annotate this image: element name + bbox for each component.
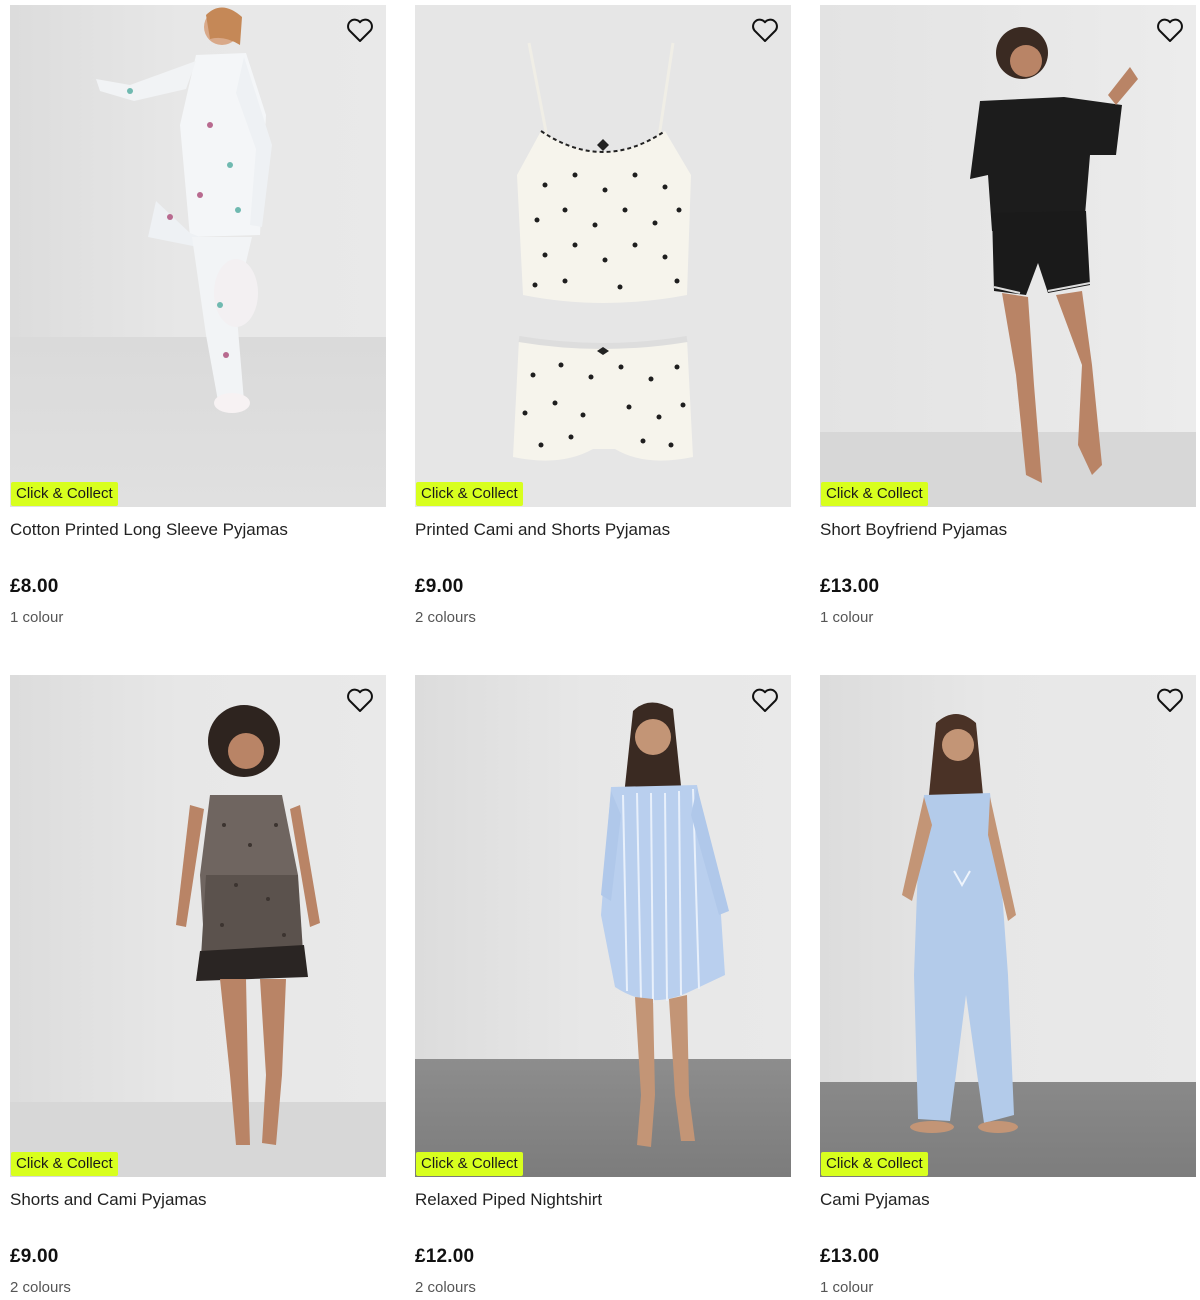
- product-price: £8.00: [10, 576, 59, 597]
- click-collect-badge: Click & Collect: [821, 1152, 928, 1176]
- product-title[interactable]: Shorts and Cami Pyjamas: [10, 1189, 386, 1211]
- click-collect-badge: Click & Collect: [11, 1152, 118, 1176]
- product-colour-count: 1 colour: [820, 609, 874, 626]
- click-collect-badge: Click & Collect: [821, 482, 928, 506]
- product-card[interactable]: Click & Collect Cami Pyjamas £13.00 1 co…: [820, 675, 1196, 1296]
- product-price: £9.00: [415, 576, 464, 597]
- product-price: £9.00: [10, 1246, 59, 1267]
- wishlist-heart-icon[interactable]: [751, 17, 779, 43]
- product-image[interactable]: Click & Collect: [10, 5, 386, 507]
- click-collect-badge: Click & Collect: [416, 482, 523, 506]
- product-price: £12.00: [415, 1246, 475, 1267]
- product-colour-count: 1 colour: [10, 609, 64, 626]
- product-image[interactable]: Click & Collect: [415, 675, 791, 1177]
- product-title[interactable]: Printed Cami and Shorts Pyjamas: [415, 519, 791, 541]
- click-collect-badge: Click & Collect: [416, 1152, 523, 1176]
- product-card[interactable]: Click & Collect Short Boyfriend Pyjamas …: [820, 5, 1196, 626]
- wishlist-heart-icon[interactable]: [346, 687, 374, 713]
- wishlist-heart-icon[interactable]: [1156, 687, 1184, 713]
- wishlist-heart-icon[interactable]: [751, 687, 779, 713]
- product-title[interactable]: Cami Pyjamas: [820, 1189, 1196, 1211]
- product-card[interactable]: Click & Collect Shorts and Cami Pyjamas …: [10, 675, 386, 1296]
- click-collect-badge: Click & Collect: [11, 482, 118, 506]
- product-price: £13.00: [820, 1246, 880, 1267]
- product-colour-count: 2 colours: [415, 609, 476, 626]
- product-grid: Click & Collect Cotton Printed Long Slee…: [0, 0, 1200, 1300]
- product-image[interactable]: Click & Collect: [415, 5, 791, 507]
- wishlist-heart-icon[interactable]: [346, 17, 374, 43]
- product-price: £13.00: [820, 576, 880, 597]
- product-colour-count: 2 colours: [10, 1279, 71, 1296]
- wishlist-heart-icon[interactable]: [1156, 17, 1184, 43]
- product-image[interactable]: Click & Collect: [820, 5, 1196, 507]
- product-title[interactable]: Short Boyfriend Pyjamas: [820, 519, 1196, 541]
- product-card[interactable]: Click & Collect Cotton Printed Long Slee…: [10, 5, 386, 626]
- product-card[interactable]: Click & Collect Printed Cami and Shorts …: [415, 5, 791, 626]
- product-colour-count: 2 colours: [415, 1279, 476, 1296]
- product-title[interactable]: Relaxed Piped Nightshirt: [415, 1189, 791, 1211]
- product-colour-count: 1 colour: [820, 1279, 874, 1296]
- product-image[interactable]: Click & Collect: [10, 675, 386, 1177]
- product-title[interactable]: Cotton Printed Long Sleeve Pyjamas: [10, 519, 386, 541]
- product-image[interactable]: Click & Collect: [820, 675, 1196, 1177]
- product-card[interactable]: Click & Collect Relaxed Piped Nightshirt…: [415, 675, 791, 1296]
